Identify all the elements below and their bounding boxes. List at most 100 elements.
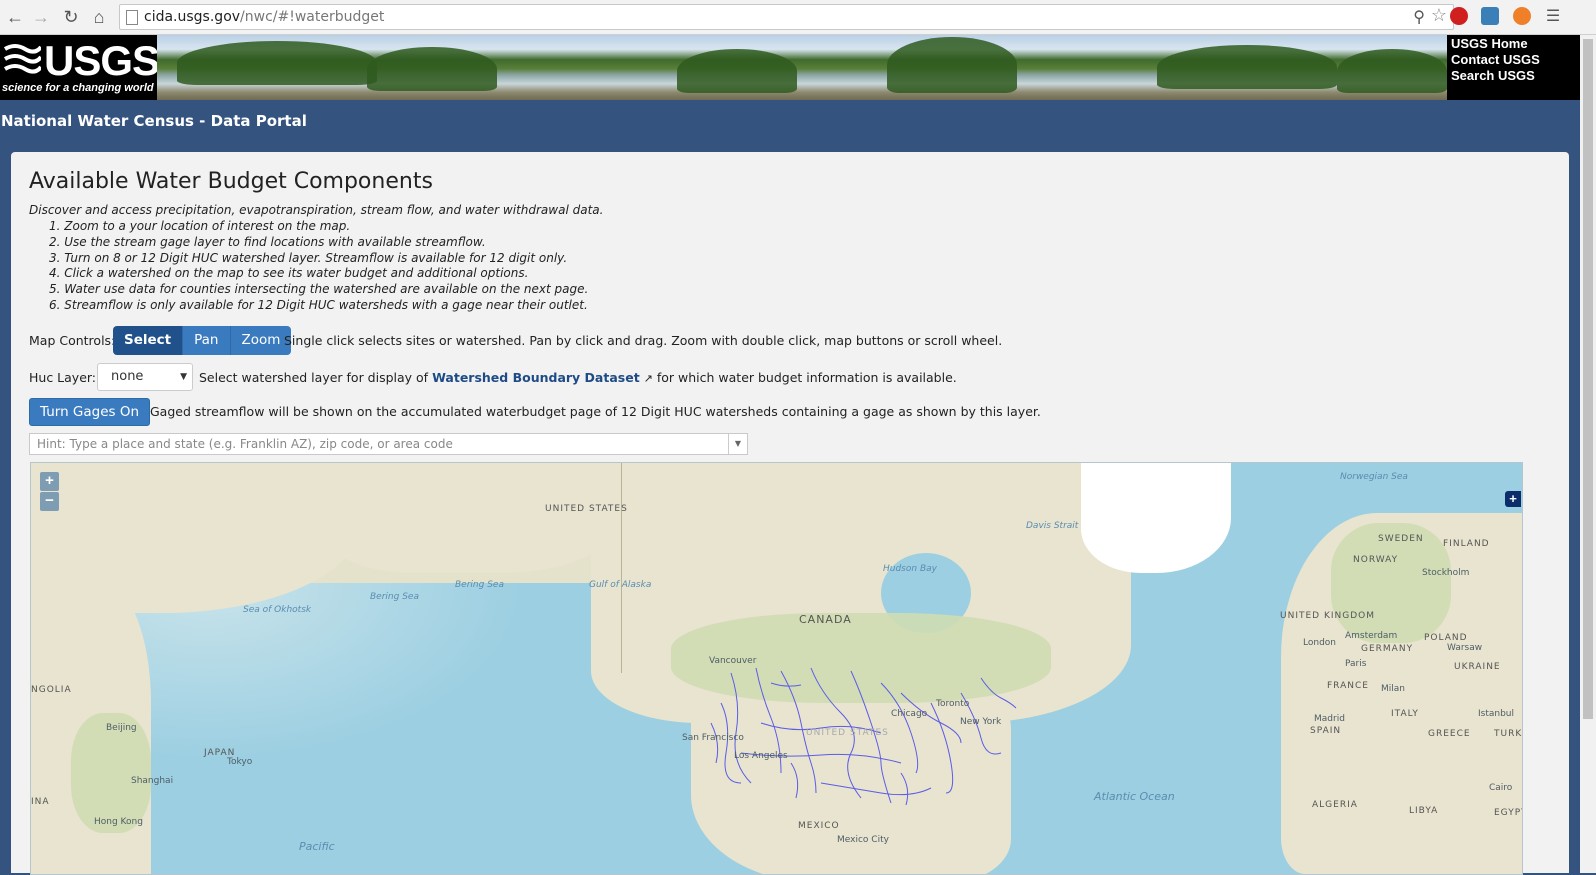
zoom-magnifier-icon[interactable]: ⚲ bbox=[1413, 7, 1425, 27]
forward-icon[interactable]: → bbox=[30, 6, 52, 28]
map-label: Mexico City bbox=[837, 835, 889, 845]
instructions-list: 1. Zoom to a your location of interest o… bbox=[49, 219, 588, 314]
chevron-down-icon[interactable]: ▼ bbox=[728, 434, 747, 454]
map-label: LIBYA bbox=[1409, 806, 1439, 816]
map-label: MEXICO bbox=[798, 821, 840, 831]
contact-usgs-link[interactable]: Contact USGS bbox=[1451, 52, 1581, 68]
map-label: SWEDEN bbox=[1378, 534, 1424, 544]
map-label: TURKI bbox=[1494, 729, 1523, 739]
reload-icon[interactable]: ↻ bbox=[60, 6, 82, 28]
site-title: National Water Census - Data Portal bbox=[1, 112, 307, 130]
page-icon bbox=[126, 10, 138, 25]
map-label: Sea of Okhotsk bbox=[243, 605, 312, 615]
map-label: Gulf of Alaska bbox=[589, 580, 652, 590]
map-label: SPAIN bbox=[1310, 726, 1342, 736]
map-controls-label: Map Controls: bbox=[29, 333, 116, 348]
chevron-down-icon: ▼ bbox=[180, 372, 187, 382]
map-label: Milan bbox=[1381, 684, 1405, 694]
search-placeholder: Hint: Type a place and state (e.g. Frank… bbox=[37, 437, 453, 451]
instruction-step: 1. Zoom to a your location of interest o… bbox=[49, 219, 351, 233]
huc-layer-value: none bbox=[111, 369, 144, 384]
address-bar[interactable]: cida.usgs.gov/nwc/#!waterbudget ⚲ ☆ bbox=[119, 4, 1454, 30]
banner-links: USGS Home Contact USGS Search USGS bbox=[1451, 36, 1581, 84]
map-label: UNITED STATES bbox=[806, 728, 889, 738]
border-line bbox=[621, 463, 622, 673]
map-label: Hudson Bay bbox=[883, 564, 937, 574]
bookmark-star-icon[interactable]: ☆ bbox=[1431, 5, 1447, 26]
opera-extension-icon[interactable] bbox=[1450, 7, 1468, 25]
zoom-mode-button[interactable]: Zoom bbox=[230, 326, 292, 355]
usgs-banner: USGS science for a changing world USGS H… bbox=[0, 35, 1580, 100]
map-label: Paris bbox=[1345, 659, 1367, 669]
scrollbar-thumb[interactable] bbox=[1583, 39, 1593, 719]
map-label: FINLAND bbox=[1443, 539, 1490, 549]
map-controls-group: Select Pan Zoom bbox=[113, 326, 292, 355]
map-label: Pacific bbox=[299, 840, 335, 853]
map-label: EGYPT bbox=[1494, 808, 1522, 818]
map-label: Bering Sea bbox=[370, 592, 419, 602]
watershed-boundary-dataset-link[interactable]: Watershed Boundary Dataset bbox=[432, 370, 640, 385]
map-label: INA bbox=[31, 797, 50, 807]
map-label: Vancouver bbox=[709, 656, 757, 666]
extension-orange-icon[interactable] bbox=[1513, 7, 1531, 25]
map-label: Amsterdam bbox=[1345, 631, 1398, 641]
search-usgs-link[interactable]: Search USGS bbox=[1451, 68, 1581, 84]
layer-switcher-button[interactable]: + bbox=[1505, 491, 1521, 507]
intro-text: Discover and access precipitation, evapo… bbox=[29, 203, 604, 217]
map-label: NGOLIA bbox=[31, 685, 72, 695]
map-label: UNITED STATES bbox=[545, 504, 628, 514]
usgs-waves-icon bbox=[3, 44, 41, 74]
map-label: Shanghai bbox=[131, 776, 174, 786]
map-label: Toronto bbox=[936, 699, 970, 709]
map-label: New York bbox=[960, 717, 1002, 727]
instruction-step: 6. Streamflow is only available for 12 D… bbox=[49, 297, 588, 312]
map-label: Cairo bbox=[1489, 783, 1513, 793]
map-label: NORWAY bbox=[1353, 555, 1399, 565]
map-label: Warsaw bbox=[1447, 643, 1483, 653]
huc-layer-label: Huc Layer: bbox=[29, 370, 97, 385]
map-label: Davis Strait bbox=[1026, 521, 1079, 531]
banner-river-image bbox=[157, 35, 1447, 100]
map-label: UNITED KINGDOM bbox=[1280, 611, 1375, 621]
map-label: CANADA bbox=[799, 613, 852, 626]
map-label: Los Angeles bbox=[734, 751, 788, 761]
gages-help: Gaged streamflow will be shown on the ac… bbox=[150, 404, 1041, 419]
page-scrollbar[interactable] bbox=[1580, 35, 1596, 873]
extension-s-icon[interactable] bbox=[1481, 7, 1499, 25]
home-icon[interactable]: ⌂ bbox=[88, 6, 110, 28]
map-label: Madrid bbox=[1314, 714, 1345, 724]
map-label: London bbox=[1303, 638, 1336, 648]
zoom-out-button[interactable]: − bbox=[40, 492, 59, 511]
place-search-input[interactable]: Hint: Type a place and state (e.g. Frank… bbox=[29, 433, 748, 455]
back-icon[interactable]: ← bbox=[4, 6, 26, 28]
usgs-home-link[interactable]: USGS Home bbox=[1451, 36, 1581, 52]
pan-mode-button[interactable]: Pan bbox=[183, 326, 231, 355]
map-label: Norwegian Sea bbox=[1340, 472, 1408, 482]
page-title: Available Water Budget Components bbox=[29, 169, 433, 194]
map-label: Hong Kong bbox=[94, 817, 143, 827]
url-text: cida.usgs.gov/nwc/#!waterbudget bbox=[144, 9, 385, 25]
water-budget-map[interactable]: UNITED STATES Sea of Okhotsk Bering Sea … bbox=[30, 462, 1523, 875]
huc-layer-help: Select watershed layer for display of Wa… bbox=[199, 370, 957, 385]
map-label: Beijing bbox=[106, 723, 137, 733]
map-label: Bering Sea bbox=[455, 580, 504, 590]
menu-icon[interactable]: ☰ bbox=[1542, 6, 1564, 28]
main-panel: Available Water Budget Components Discov… bbox=[11, 152, 1569, 875]
instruction-step: 3. Turn on 8 or 12 Digit HUC watershed l… bbox=[49, 250, 568, 265]
select-mode-button[interactable]: Select bbox=[113, 326, 184, 355]
map-label: ALGERIA bbox=[1312, 800, 1358, 810]
huc-layer-select[interactable]: none ▼ bbox=[97, 363, 193, 391]
usgs-logo[interactable]: USGS science for a changing world bbox=[0, 35, 160, 100]
zoom-in-button[interactable]: + bbox=[40, 472, 59, 491]
instruction-step: 5. Water use data for counties intersect… bbox=[49, 282, 589, 297]
map-controls-help: Single click selects sites or watershed.… bbox=[284, 333, 1003, 348]
turn-gages-on-button[interactable]: Turn Gages On bbox=[29, 398, 151, 426]
map-label: POLAND bbox=[1424, 633, 1468, 643]
map-label: Atlantic Ocean bbox=[1094, 790, 1175, 803]
logo-text: USGS bbox=[44, 37, 160, 84]
map-label: Tokyo bbox=[227, 757, 253, 767]
map-label: Stockholm bbox=[1422, 568, 1470, 578]
instruction-step: 2. Use the stream gage layer to find loc… bbox=[49, 234, 486, 249]
external-link-icon: ↗ bbox=[643, 372, 653, 385]
browser-toolbar: ← → ↻ ⌂ cida.usgs.gov/nwc/#!waterbudget … bbox=[0, 0, 1596, 35]
